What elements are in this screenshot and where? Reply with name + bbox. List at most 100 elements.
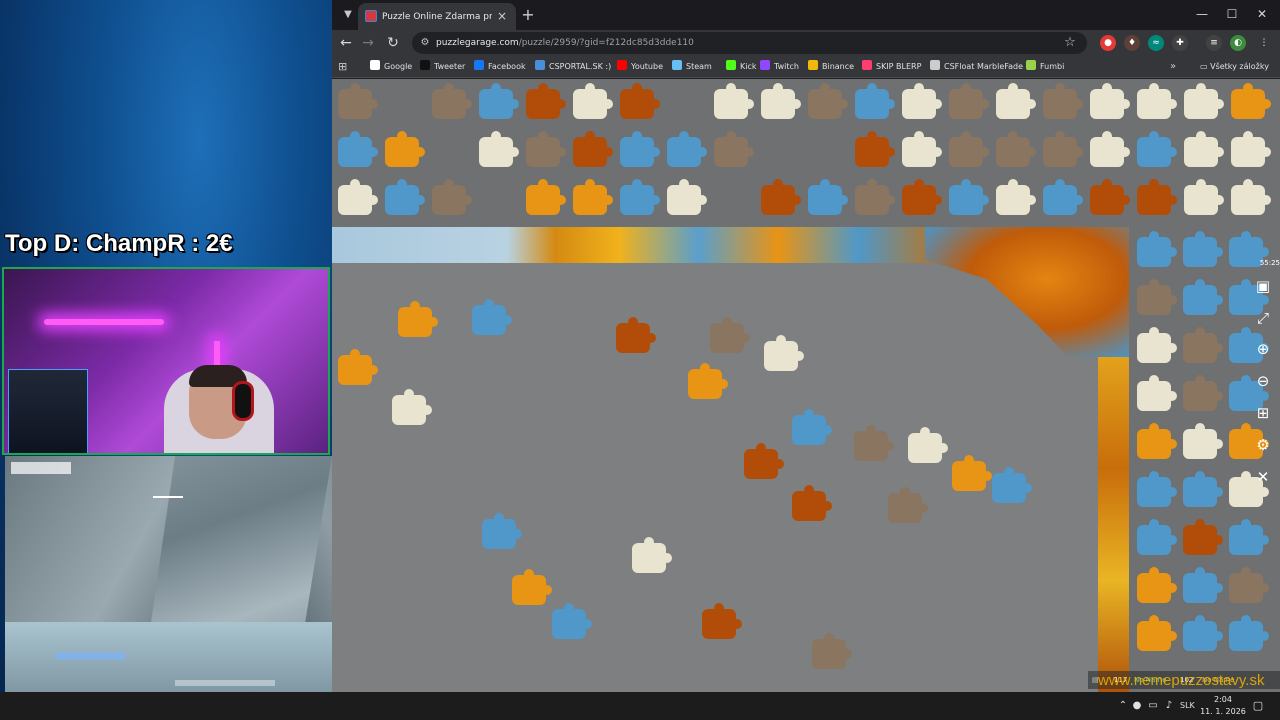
puzzle-piece[interactable] <box>902 83 942 119</box>
puzzle-piece[interactable] <box>1090 131 1130 167</box>
puzzle-piece[interactable] <box>710 317 750 353</box>
all-bookmarks-button[interactable]: ▭ Všetky záložky <box>1200 59 1276 75</box>
puzzle-piece[interactable] <box>1137 231 1177 267</box>
puzzle-piece[interactable] <box>992 467 1032 503</box>
extension-icon-3[interactable]: ≈ <box>1148 35 1164 51</box>
puzzle-piece[interactable] <box>808 179 848 215</box>
puzzle-piece[interactable] <box>855 83 895 119</box>
puzzle-piece[interactable] <box>667 131 707 167</box>
puzzle-piece[interactable] <box>432 179 472 215</box>
puzzle-piece[interactable] <box>1183 519 1223 555</box>
puzzle-piece[interactable] <box>996 179 1036 215</box>
zoom-in-icon[interactable]: ⊕ <box>1252 338 1274 360</box>
minimize-button[interactable]: — <box>1188 4 1216 24</box>
puzzle-piece[interactable] <box>949 131 989 167</box>
puzzle-piece[interactable] <box>432 83 472 119</box>
puzzle-piece[interactable] <box>1229 615 1269 651</box>
battery-icon[interactable]: ▭ <box>1146 698 1160 714</box>
settings-icon[interactable]: ⚙ <box>1252 434 1274 456</box>
puzzle-piece[interactable] <box>996 83 1036 119</box>
bookmark-twitch[interactable]: Twitch <box>760 59 799 75</box>
puzzle-piece[interactable] <box>714 131 754 167</box>
puzzle-piece[interactable] <box>632 537 672 573</box>
puzzle-piece[interactable] <box>512 569 552 605</box>
puzzle-piece[interactable] <box>761 83 801 119</box>
puzzle-piece[interactable] <box>902 179 942 215</box>
puzzle-piece[interactable] <box>1137 327 1177 363</box>
puzzle-piece[interactable] <box>472 299 512 335</box>
puzzle-piece[interactable] <box>855 131 895 167</box>
puzzle-piece[interactable] <box>1043 179 1083 215</box>
puzzle-piece[interactable] <box>1183 423 1223 459</box>
puzzle-piece[interactable] <box>385 131 425 167</box>
volume-icon[interactable]: ♪ <box>1162 698 1176 714</box>
puzzle-piece[interactable] <box>1184 179 1224 215</box>
puzzle-piece[interactable] <box>620 131 660 167</box>
puzzle-piece[interactable] <box>1137 567 1177 603</box>
puzzle-piece[interactable] <box>761 179 801 215</box>
sort-pieces-icon[interactable]: ⊞ <box>1252 402 1274 424</box>
puzzle-piece[interactable] <box>1043 131 1083 167</box>
language-indicator[interactable]: SLK <box>1180 698 1200 714</box>
notifications-icon[interactable]: ▢ <box>1250 698 1266 714</box>
puzzle-piece[interactable] <box>1183 375 1223 411</box>
puzzle-piece[interactable] <box>744 443 784 479</box>
puzzle-piece[interactable] <box>1183 471 1223 507</box>
puzzle-piece[interactable] <box>888 487 928 523</box>
puzzle-piece[interactable] <box>1183 567 1223 603</box>
fullscreen-icon[interactable]: ⤢ <box>1252 307 1274 329</box>
puzzle-piece[interactable] <box>338 131 378 167</box>
preview-icon[interactable]: ▣ <box>1252 275 1274 297</box>
close-window-button[interactable]: ✕ <box>1248 4 1276 24</box>
puzzle-piece[interactable] <box>1229 567 1269 603</box>
puzzle-piece[interactable] <box>1090 179 1130 215</box>
bookmark-google[interactable]: Google <box>370 59 412 75</box>
puzzle-piece[interactable] <box>620 83 660 119</box>
puzzle-piece[interactable] <box>764 335 804 371</box>
profile-avatar[interactable]: ◐ <box>1230 35 1246 51</box>
puzzle-piece[interactable] <box>1184 131 1224 167</box>
address-bar[interactable]: ⚙ puzzlegarage.com/puzzle/2959/?gid=f212… <box>412 32 1087 54</box>
puzzle-piece[interactable] <box>552 603 592 639</box>
puzzle-piece[interactable] <box>1137 279 1177 315</box>
puzzle-piece[interactable] <box>479 131 519 167</box>
back-button[interactable]: ← <box>335 33 357 53</box>
puzzle-piece[interactable] <box>792 409 832 445</box>
new-tab-button[interactable]: + <box>518 5 538 25</box>
puzzle-piece[interactable] <box>714 83 754 119</box>
puzzle-piece[interactable] <box>1137 423 1177 459</box>
extension-icon-2[interactable]: ♦ <box>1124 35 1140 51</box>
puzzle-piece[interactable] <box>855 179 895 215</box>
bookmark-csportal-sk[interactable]: CSPORTAL.SK :) <box>535 59 611 75</box>
apps-icon[interactable]: ⊞ <box>338 59 352 75</box>
puzzle-piece[interactable] <box>702 603 742 639</box>
puzzle-piece[interactable] <box>526 179 566 215</box>
puzzle-piece[interactable] <box>667 179 707 215</box>
puzzle-piece[interactable] <box>792 485 832 521</box>
puzzle-piece[interactable] <box>1137 83 1177 119</box>
puzzle-piece[interactable] <box>573 179 613 215</box>
bookmark-fumbi[interactable]: Fumbi <box>1026 59 1064 75</box>
bookmark-steam[interactable]: Steam <box>672 59 712 75</box>
bookmark-youtube[interactable]: Youtube <box>617 59 663 75</box>
puzzle-piece[interactable] <box>1137 471 1177 507</box>
forward-button[interactable]: → <box>357 33 379 53</box>
menu-icon[interactable]: ⋮ <box>1256 35 1272 51</box>
puzzle-piece[interactable] <box>573 131 613 167</box>
reload-button[interactable]: ↻ <box>382 33 404 53</box>
puzzle-piece[interactable] <box>1137 375 1177 411</box>
puzzle-piece[interactable] <box>479 83 519 119</box>
bookmark-skip-blerp[interactable]: SKIP BLERP <box>862 59 921 75</box>
microphone-icon[interactable]: ● <box>1130 698 1144 714</box>
show-hidden-icons-icon[interactable]: ⌃ <box>1116 698 1130 714</box>
more-bookmarks-icon[interactable]: » <box>1170 59 1184 75</box>
zoom-out-icon[interactable]: ⊖ <box>1252 370 1274 392</box>
puzzle-piece[interactable] <box>1231 83 1271 119</box>
bookmark-csfloat-marblefade[interactable]: CSFloat MarbleFade <box>930 59 1023 75</box>
taskbar-clock[interactable]: 2:04 11. 1. 2026 <box>1200 694 1246 718</box>
bookmark-facebook[interactable]: Facebook <box>474 59 526 75</box>
puzzle-piece[interactable] <box>1184 83 1224 119</box>
close-icon[interactable]: ✕ <box>1252 466 1274 488</box>
puzzle-piece[interactable] <box>398 301 438 337</box>
tab-puzzle[interactable]: Puzzle Online Zdarma pre Dosp × <box>358 3 516 30</box>
